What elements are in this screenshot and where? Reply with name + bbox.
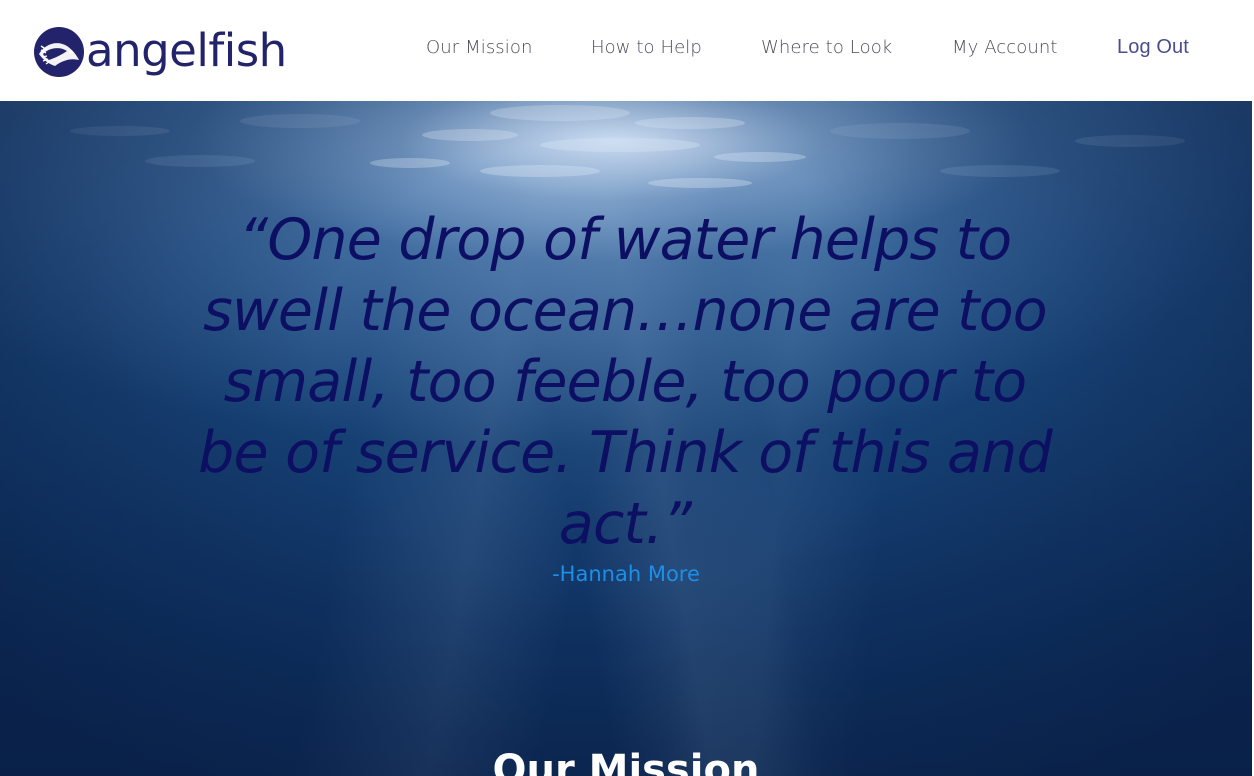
nav-how-to-help[interactable]: How to Help: [591, 37, 702, 58]
quote-line: “One drop of water helps to: [238, 207, 1013, 273]
logout-link[interactable]: Log Out: [1117, 36, 1189, 59]
nav-our-mission[interactable]: Our Mission: [426, 37, 533, 58]
hero-quote: “One drop of water helps to swell the oc…: [180, 205, 1070, 560]
section-title-our-mission: Our Mission: [492, 747, 760, 776]
quote-line: be of service. Think of this and: [198, 420, 1053, 486]
quote-line: act.”: [558, 491, 692, 557]
nav-where-to-look[interactable]: Where to Look: [761, 37, 892, 58]
site-header: angelfish Our Mission How to Help Where …: [0, 0, 1252, 101]
quote-author: -Hannah More: [552, 562, 700, 586]
main-nav: Our Mission How to Help Where to Look My…: [0, 0, 1252, 101]
hero-banner: “One drop of water helps to swell the oc…: [0, 101, 1252, 776]
page: angelfish Our Mission How to Help Where …: [0, 0, 1254, 776]
quote-line: swell the ocean…none are too: [203, 278, 1048, 344]
quote-line: small, too feeble, too poor to: [223, 349, 1028, 415]
nav-my-account[interactable]: My Account: [952, 37, 1058, 58]
